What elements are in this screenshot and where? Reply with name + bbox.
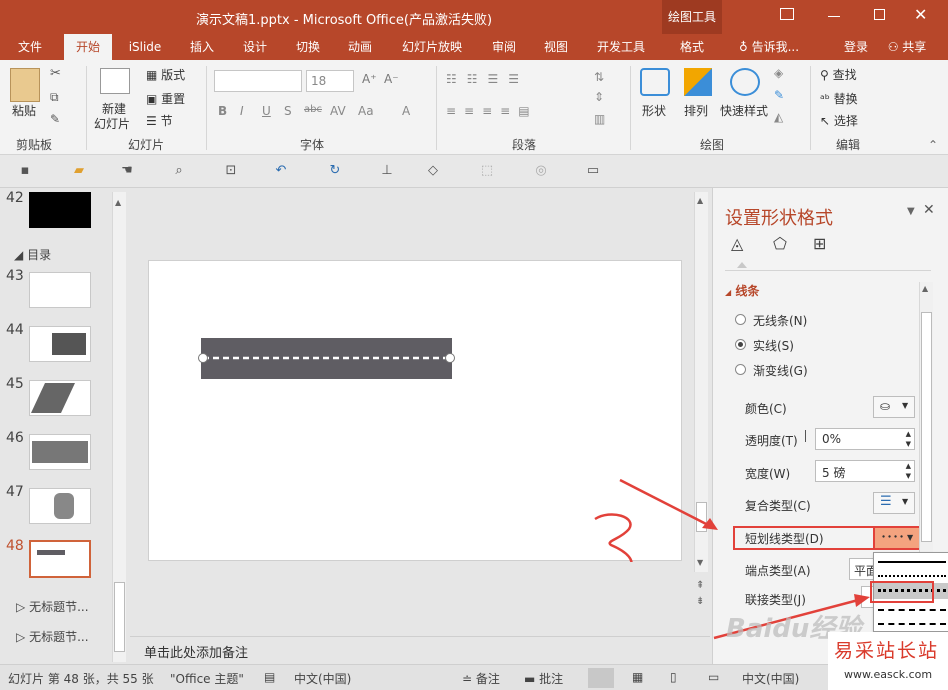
reading-view-icon[interactable]: ▯ xyxy=(670,670,677,684)
theme-name: "Office 主题" xyxy=(170,672,244,686)
comments-toggle[interactable]: ▬ 批注 xyxy=(524,670,563,687)
slideshow-view-icon[interactable]: ▭ xyxy=(708,670,719,684)
slide-sorter-icon[interactable]: ▦ xyxy=(632,670,643,684)
normal-view-button[interactable] xyxy=(588,668,614,688)
comment-icon: ▬ xyxy=(524,672,536,686)
notes-toggle[interactable]: ≐ 备注 xyxy=(462,670,500,687)
red-arrow-annotations xyxy=(619,478,870,640)
ime-indicator[interactable]: 中文(中国) xyxy=(742,670,799,687)
language-status[interactable]: 中文(中国) xyxy=(294,670,351,687)
easck-watermark: 易采站长站 www.easck.com xyxy=(828,632,948,690)
red-arrow-2-head xyxy=(854,594,870,607)
slide-count: 幻灯片 第 48 张，共 55 张 xyxy=(8,672,154,686)
notes-icon: ≐ xyxy=(462,672,473,686)
spellcheck-icon[interactable]: ▤ xyxy=(264,670,275,684)
easck-url: www.easck.com xyxy=(844,668,933,681)
red-arrow-1 xyxy=(619,478,715,530)
status-bar: 幻灯片 第 48 张，共 55 张 "Office 主题" ▤ 中文(中国) ≐… xyxy=(0,664,948,690)
easck-name: 易采站长站 xyxy=(834,640,940,662)
comments-label: 批注 xyxy=(539,672,564,686)
notes-label: 备注 xyxy=(475,672,500,686)
